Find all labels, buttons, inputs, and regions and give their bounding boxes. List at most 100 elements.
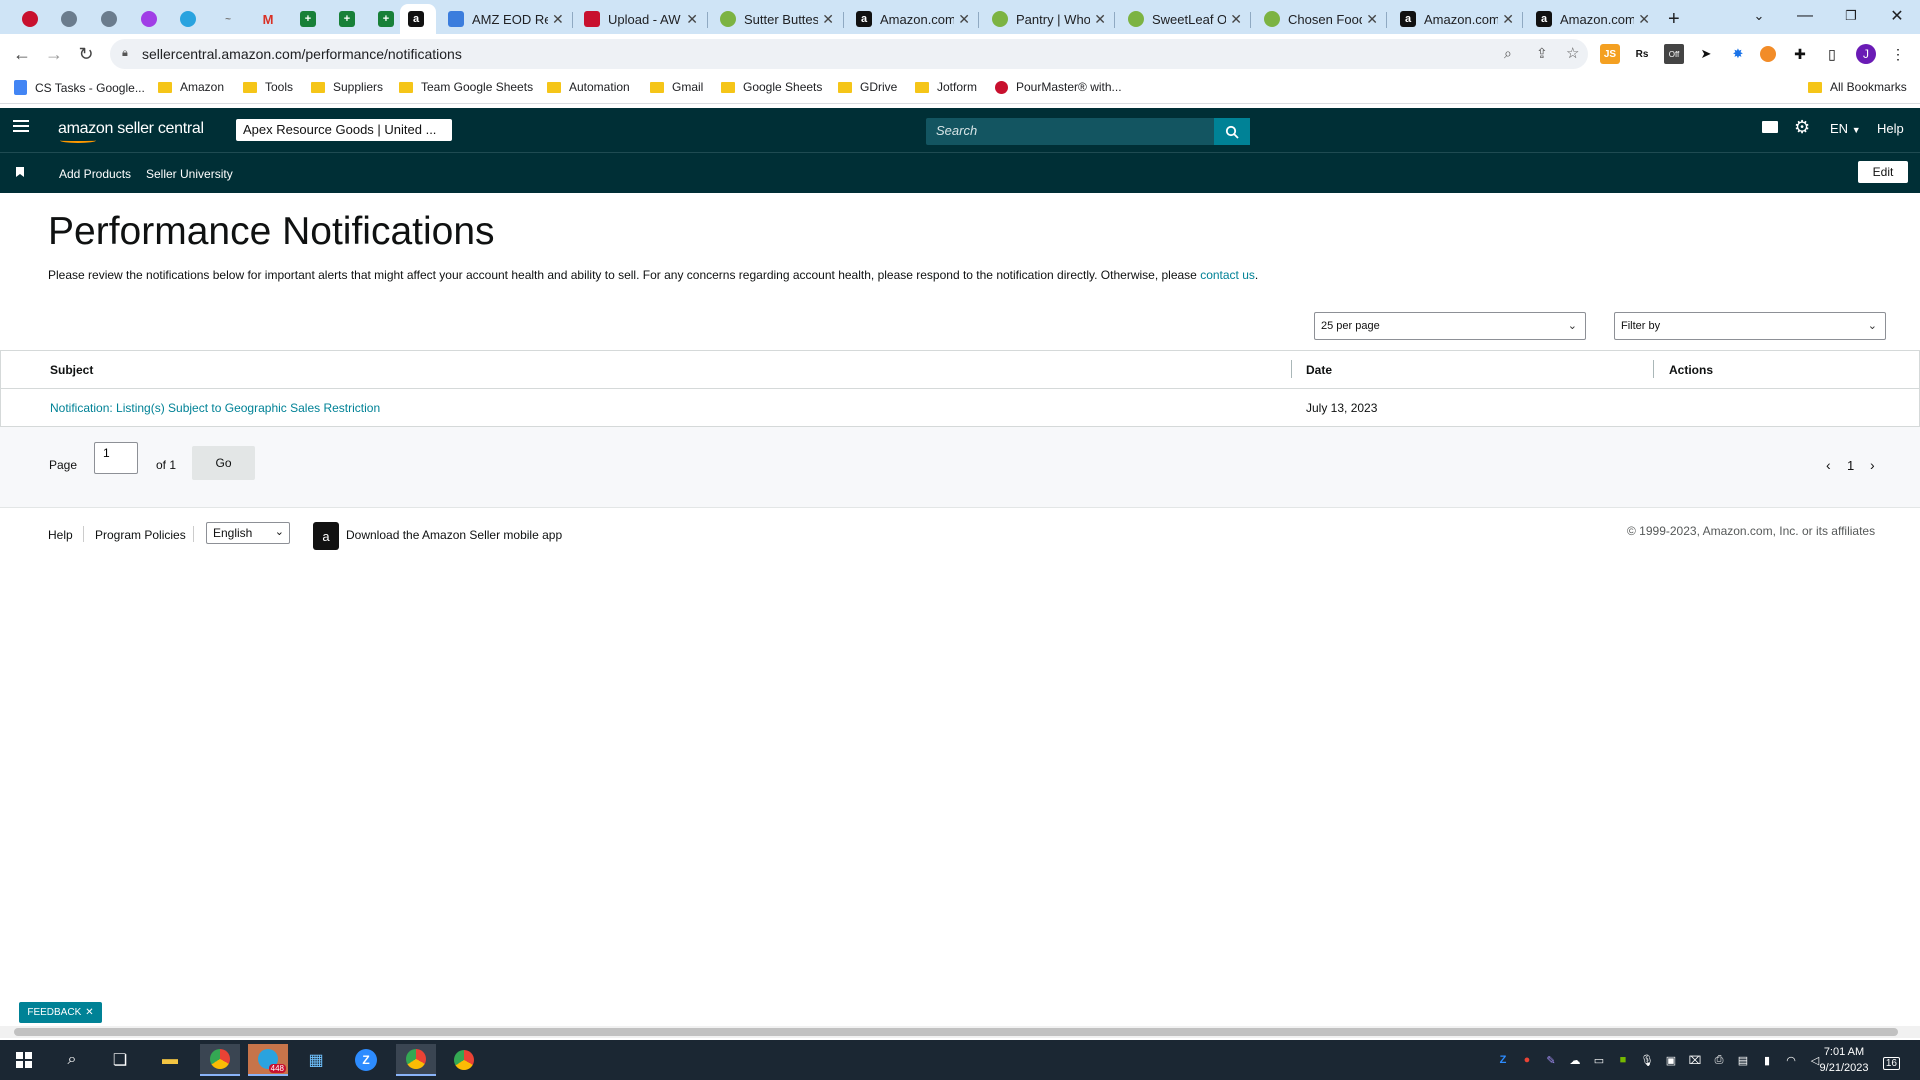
bookmark-automation[interactable]: Automation: [547, 80, 630, 94]
minimize-button[interactable]: —: [1782, 0, 1828, 32]
task-view-icon[interactable]: ❏: [100, 1044, 140, 1076]
site-info-icon[interactable]: 🔒︎: [122, 47, 128, 60]
restore-button[interactable]: ❐: [1828, 0, 1874, 32]
bookmark-star-icon[interactable]: ☆: [1566, 44, 1579, 62]
onedrive-icon[interactable]: ☁: [1566, 1052, 1584, 1068]
browser-tab-10[interactable]: +: [370, 4, 402, 34]
browser-tab-3[interactable]: [93, 4, 125, 34]
chrome-alt-taskbar-icon[interactable]: [444, 1044, 484, 1076]
browser-tab-sweetleaf[interactable]: SweetLeaf Or ✕: [1120, 4, 1250, 34]
share-icon[interactable]: ⇪: [1536, 45, 1548, 62]
close-tab-icon[interactable]: ✕: [1366, 11, 1378, 28]
browser-tab-2[interactable]: [53, 4, 85, 34]
nav-seller-university[interactable]: Seller University: [146, 167, 233, 181]
footer-program-policies-link[interactable]: Program Policies: [95, 528, 186, 542]
close-window-button[interactable]: ✕: [1874, 0, 1920, 32]
search-button[interactable]: [1214, 118, 1250, 145]
bookmark-team-google-sheets[interactable]: Team Google Sheets: [399, 80, 533, 94]
browser-tab-7[interactable]: M: [252, 4, 284, 34]
close-icon[interactable]: ✕: [85, 1007, 93, 1018]
zoom-app-icon[interactable]: Z: [346, 1044, 386, 1076]
bookmark-tools[interactable]: Tools: [243, 80, 293, 94]
next-page-icon[interactable]: ›: [1870, 457, 1875, 473]
windows-start-icon[interactable]: [4, 1044, 44, 1076]
seller-central-logo[interactable]: amazon seller central: [58, 120, 204, 138]
nav-add-products[interactable]: Add Products: [59, 167, 131, 181]
printer-tray-icon[interactable]: ⎙: [1710, 1052, 1728, 1068]
telegram-taskbar-icon[interactable]: 448: [248, 1044, 288, 1076]
bookmark-gmail[interactable]: Gmail: [650, 80, 703, 94]
gear-icon[interactable]: ⚙: [1794, 117, 1810, 138]
file-explorer-icon[interactable]: ▬: [150, 1044, 190, 1076]
network-device-icon[interactable]: ⌧: [1686, 1052, 1704, 1068]
contact-us-link[interactable]: contact us: [1200, 268, 1255, 282]
horizontal-scrollbar[interactable]: [0, 1026, 1920, 1038]
current-page-number[interactable]: 1: [1847, 458, 1854, 473]
browser-tab-sutter-buttes[interactable]: Sutter Buttes ✕: [712, 4, 842, 34]
seller-app-icon[interactable]: a: [313, 522, 339, 550]
browser-tab-9[interactable]: +: [331, 4, 363, 34]
zoom-tray-icon[interactable]: Z: [1494, 1052, 1512, 1068]
edit-nav-button[interactable]: Edit: [1858, 161, 1908, 183]
browser-tab-5[interactable]: [172, 4, 204, 34]
bookmark-cs-tasks[interactable]: CS Tasks - Google...: [14, 80, 145, 95]
page-number-input[interactable]: [94, 442, 138, 474]
calculator-icon[interactable]: ▦: [296, 1044, 336, 1076]
side-panel-icon[interactable]: ▯: [1822, 44, 1842, 64]
browser-tab-amz-eod[interactable]: AMZ EOD Re ✕: [440, 4, 572, 34]
taskbar-clock[interactable]: 7:01 AM 9/21/2023: [1808, 1044, 1880, 1076]
pen-tray-icon[interactable]: ✎: [1542, 1052, 1560, 1068]
footer-help-link[interactable]: Help: [48, 528, 73, 542]
help-link[interactable]: Help: [1877, 121, 1904, 136]
store-selector[interactable]: Apex Resource Goods | United ...: [236, 119, 452, 141]
bookmark-icon[interactable]: [16, 167, 24, 177]
column-date[interactable]: Date: [1306, 363, 1332, 377]
close-tab-icon[interactable]: ✕: [1502, 11, 1514, 28]
close-tab-icon[interactable]: ✕: [686, 11, 698, 28]
filter-select[interactable]: Filter by ⌄: [1614, 312, 1886, 340]
close-tab-icon[interactable]: ✕: [1230, 11, 1242, 28]
url-text[interactable]: sellercentral.amazon.com/performance/not…: [142, 46, 462, 62]
chrome-profile-taskbar-icon[interactable]: [396, 1044, 436, 1076]
display-tray-icon[interactable]: ▣: [1662, 1052, 1680, 1068]
search-input[interactable]: [936, 123, 1206, 138]
bookmark-amazon[interactable]: Amazon: [158, 80, 224, 94]
column-subject[interactable]: Subject: [50, 363, 93, 377]
battery-icon[interactable]: ▮: [1758, 1052, 1776, 1068]
monitor-tray-icon[interactable]: ▭: [1590, 1052, 1608, 1068]
extensions-puzzle-icon[interactable]: ✚: [1790, 44, 1810, 64]
taskbar-search-icon[interactable]: ⌕: [52, 1044, 92, 1076]
reload-icon[interactable]: ↻: [72, 40, 100, 68]
close-tab-icon[interactable]: ✕: [552, 11, 564, 28]
menu-kebab-icon[interactable]: ⋮: [1888, 44, 1908, 64]
browser-tab-1[interactable]: [14, 4, 46, 34]
forward-icon[interactable]: →: [40, 40, 68, 68]
back-icon[interactable]: ←: [8, 40, 36, 68]
all-bookmarks[interactable]: All Bookmarks: [1808, 80, 1907, 94]
rs-extension-icon[interactable]: Rs: [1632, 44, 1652, 64]
chrome-taskbar-icon[interactable]: [200, 1044, 240, 1076]
blue-extension-icon[interactable]: ✸: [1728, 44, 1748, 64]
download-app-link[interactable]: Download the Amazon Seller mobile app: [346, 528, 562, 542]
tab-search-icon[interactable]: ⌄: [1736, 0, 1782, 32]
zoom-icon[interactable]: ⌕: [1504, 45, 1512, 62]
new-tab-button[interactable]: +: [1660, 4, 1688, 34]
browser-tab-active[interactable]: a: [400, 4, 436, 34]
prev-page-icon[interactable]: ‹: [1826, 457, 1831, 473]
go-button[interactable]: Go: [192, 446, 255, 480]
usb-tray-icon[interactable]: ▤: [1734, 1052, 1752, 1068]
feedback-button[interactable]: FEEDBACK ✕: [19, 1002, 102, 1023]
address-bar[interactable]: 🔒︎ sellercentral.amazon.com/performance/…: [110, 39, 1588, 69]
browser-tab-amazon-3[interactable]: a Amazon.com ✕: [1528, 4, 1658, 34]
notification-subject-link[interactable]: Notification: Listing(s) Subject to Geog…: [50, 401, 380, 415]
bookmark-gdrive[interactable]: GDrive: [838, 80, 897, 94]
browser-tab-6[interactable]: ~: [212, 4, 244, 34]
bookmark-google-sheets[interactable]: Google Sheets: [721, 80, 822, 94]
bookmark-pourmaster[interactable]: PourMaster® with...: [995, 80, 1122, 94]
off-extension-icon[interactable]: Off: [1664, 44, 1684, 64]
browser-tab-amazon-1[interactable]: a Amazon.com ✕: [848, 4, 978, 34]
footer-language-select[interactable]: English ⌄: [206, 522, 290, 544]
scrollbar-thumb[interactable]: [14, 1028, 1898, 1036]
cursor-extension-icon[interactable]: ➤: [1696, 44, 1716, 64]
close-tab-icon[interactable]: ✕: [1094, 11, 1106, 28]
